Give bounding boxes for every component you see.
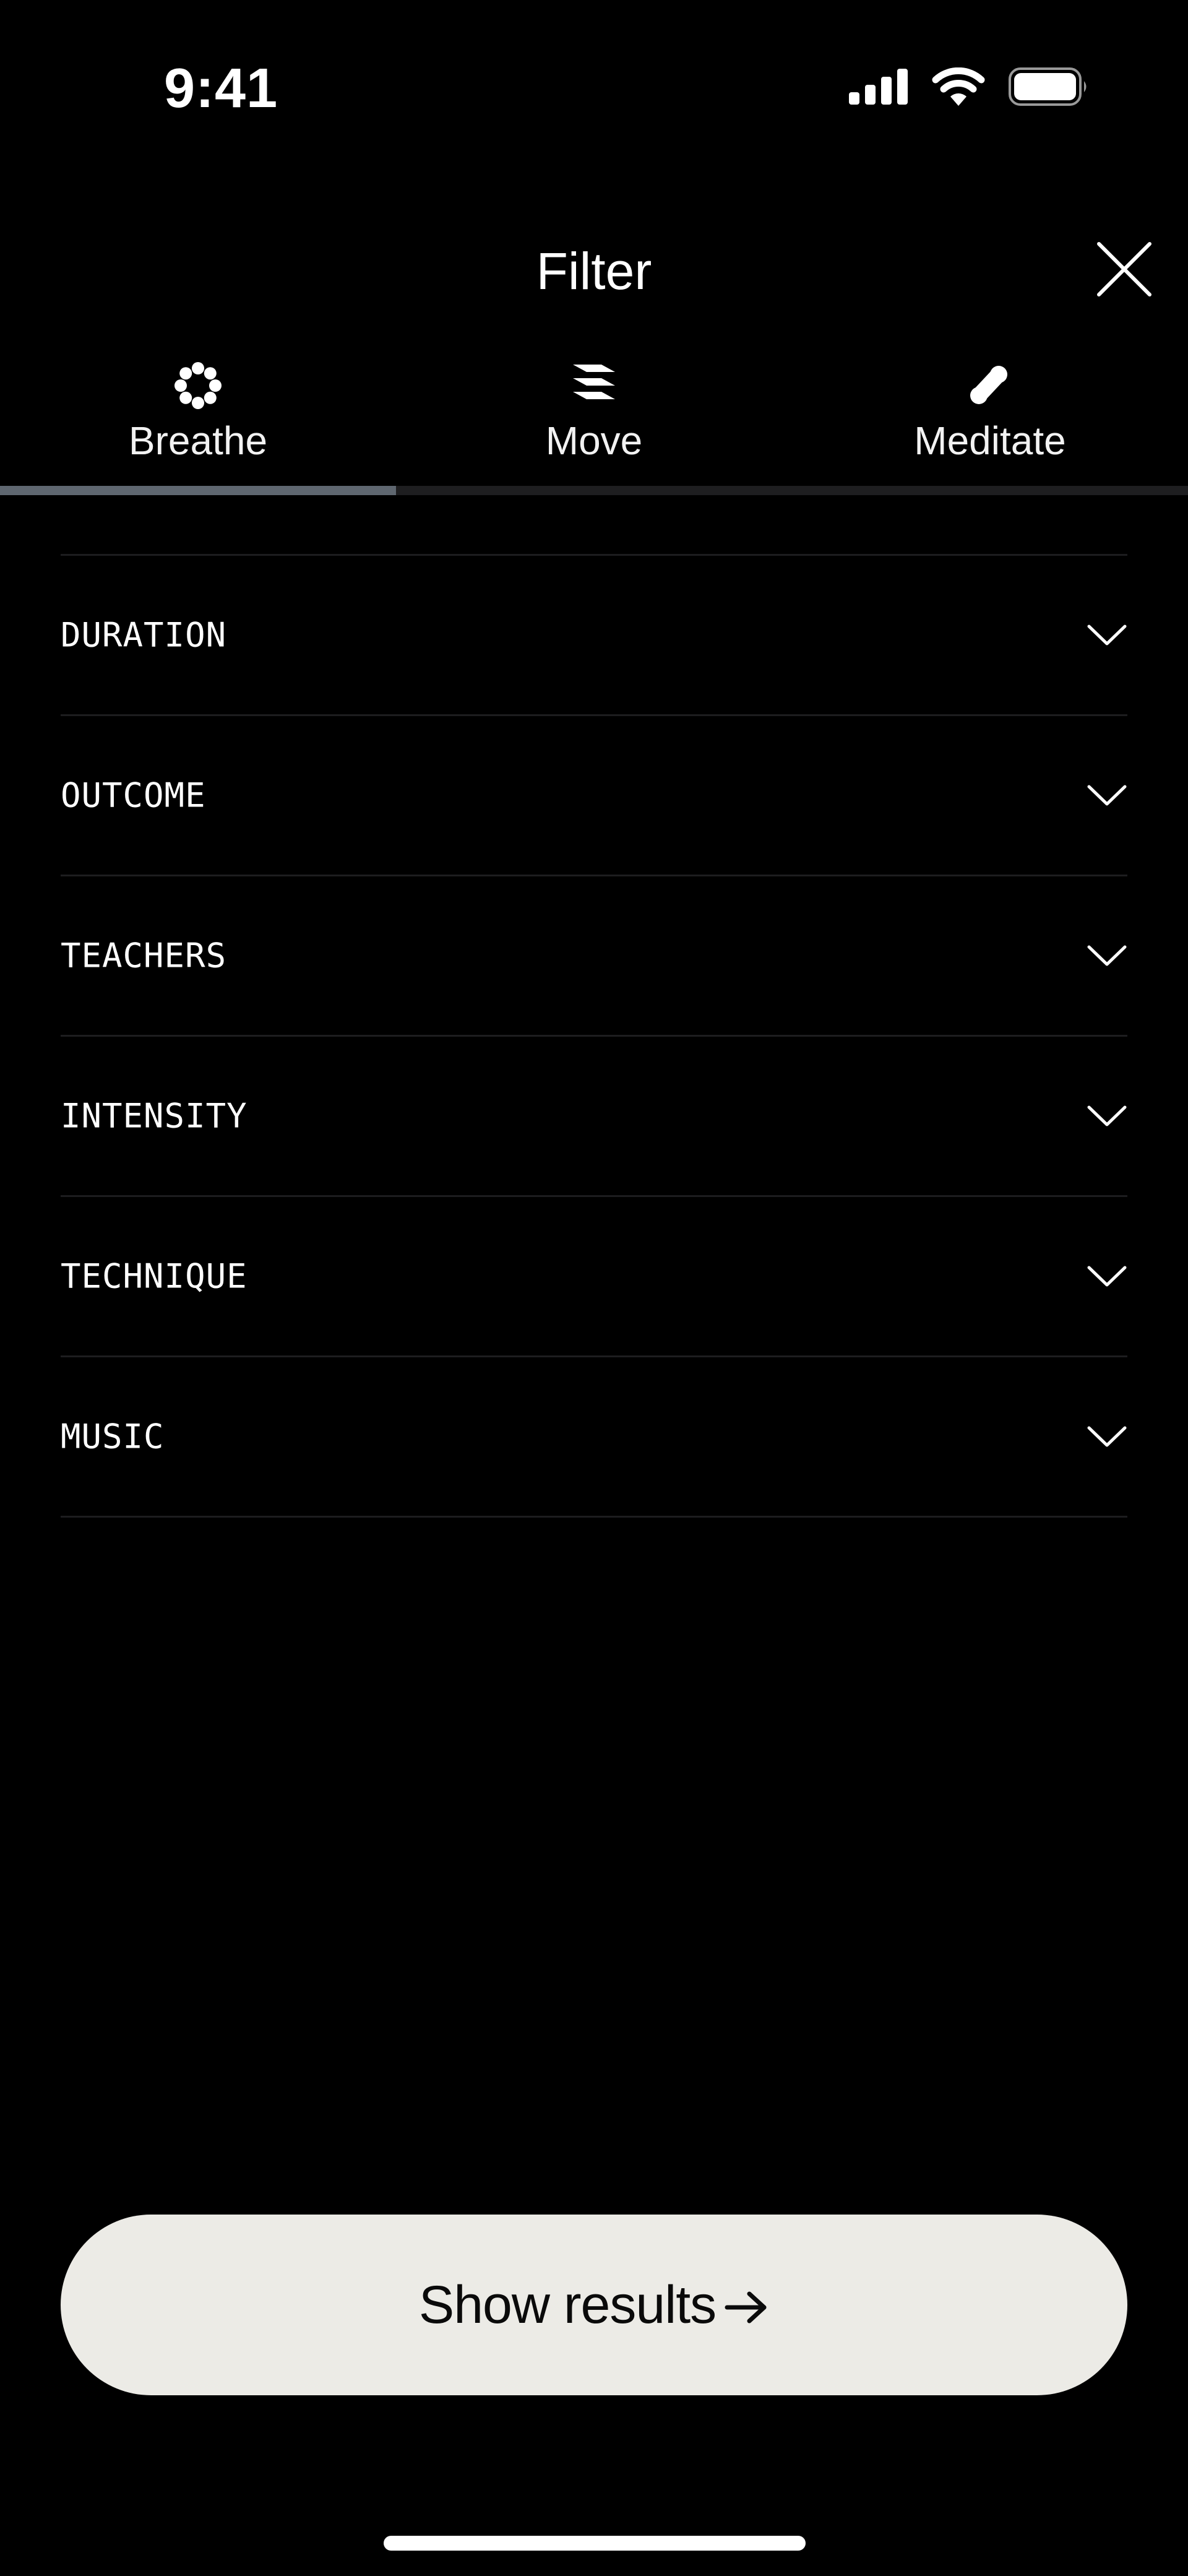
show-results-button[interactable]: Show results — [61, 2215, 1127, 2395]
tab-active-indicator — [0, 486, 396, 495]
filter-row-duration[interactable]: DURATION — [61, 556, 1127, 716]
tab-breathe[interactable]: Breathe — [0, 356, 396, 495]
filter-label: TEACHERS — [61, 936, 227, 975]
page-title: Filter — [536, 242, 652, 300]
battery-icon — [1009, 67, 1087, 106]
filter-row-intensity[interactable]: INTENSITY — [61, 1037, 1127, 1197]
filter-label: OUTCOME — [61, 776, 206, 815]
chevron-down-icon — [1087, 1105, 1127, 1126]
meditate-icon — [970, 366, 1007, 404]
cellular-signal-icon — [849, 69, 908, 105]
tab-meditate[interactable]: Meditate — [792, 356, 1188, 495]
filter-list: DURATION OUTCOME TEACHERS INTENSITY TECH… — [61, 554, 1127, 1518]
close-button[interactable] — [1090, 235, 1158, 303]
close-icon — [1097, 242, 1151, 296]
chevron-down-icon — [1087, 785, 1127, 806]
filter-label: INTENSITY — [61, 1096, 248, 1136]
chevron-down-icon — [1087, 1426, 1127, 1447]
home-indicator — [384, 2536, 806, 2551]
status-icons — [849, 65, 1089, 108]
filter-label: DURATION — [61, 615, 227, 655]
chevron-down-icon — [1087, 945, 1127, 966]
filter-label: MUSIC — [61, 1417, 165, 1456]
arrow-right-icon — [725, 2291, 767, 2323]
status-time: 9:41 — [164, 58, 278, 119]
wifi-icon — [932, 67, 985, 106]
move-icon — [573, 365, 615, 399]
category-tabs: Breathe Move Meditate — [0, 356, 1188, 495]
filter-row-teachers[interactable]: TEACHERS — [61, 876, 1127, 1037]
tab-move[interactable]: Move — [396, 356, 792, 495]
tab-label: Move — [545, 418, 643, 463]
status-bar: 9:41 — [0, 0, 1188, 179]
breathe-icon — [174, 362, 222, 409]
chevron-down-icon — [1087, 1266, 1127, 1287]
chevron-down-icon — [1087, 625, 1127, 646]
tab-label: Meditate — [914, 418, 1066, 463]
filter-row-outcome[interactable]: OUTCOME — [61, 716, 1127, 876]
filter-header: Filter — [0, 235, 1188, 309]
show-results-label: Show results — [418, 2275, 717, 2335]
filter-row-technique[interactable]: TECHNIQUE — [61, 1197, 1127, 1357]
filter-label: TECHNIQUE — [61, 1256, 248, 1296]
tab-label: Breathe — [128, 418, 268, 463]
filter-row-music[interactable]: MUSIC — [61, 1357, 1127, 1518]
